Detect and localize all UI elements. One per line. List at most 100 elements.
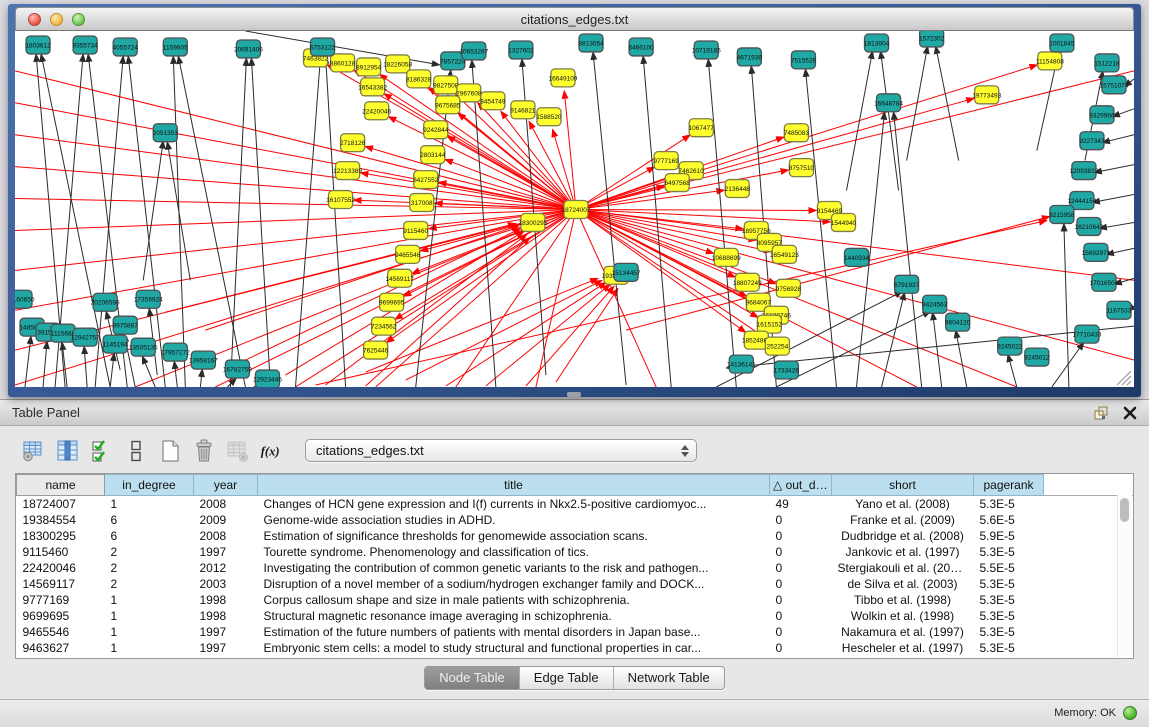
graph-node[interactable]: 9699695 — [379, 293, 405, 311]
table-cell[interactable]: 5.6E-5 — [974, 512, 1044, 528]
table-cell[interactable]: 2 — [105, 560, 194, 576]
graph-edge[interactable] — [846, 51, 872, 191]
graph-node[interactable]: 1588520 — [536, 108, 562, 126]
column-header-in_degree[interactable]: in_degree — [105, 475, 194, 496]
table-cell[interactable]: 0 — [770, 624, 832, 640]
graph-node[interactable]: 6791937 — [894, 275, 920, 293]
table-cell[interactable]: 1997 — [194, 624, 258, 640]
graph-node[interactable]: 12923446 — [253, 370, 282, 387]
graph-node[interactable]: 16107552 — [326, 191, 355, 209]
graph-node[interactable]: 1512218 — [1094, 54, 1120, 72]
table-cell[interactable]: 2012 — [194, 560, 258, 576]
graph-node[interactable]: 17016504 — [1089, 273, 1118, 291]
graph-edge[interactable] — [200, 369, 202, 387]
graph-node[interactable]: 1067477 — [689, 119, 715, 137]
column-header-pagerank[interactable]: pagerank — [974, 475, 1044, 496]
graph-node[interactable]: 13958167 — [189, 351, 218, 369]
graph-edge[interactable] — [365, 146, 576, 209]
graph-node[interactable]: 1813904 — [864, 34, 890, 52]
graph-node[interactable]: 1440934 — [844, 248, 870, 266]
table-cell[interactable]: 0 — [770, 560, 832, 576]
graph-node[interactable]: 16549123 — [770, 245, 799, 263]
table-row[interactable]: 946554611997Estimation of the future num… — [17, 624, 1134, 640]
table-cell[interactable]: 5.3E-5 — [974, 576, 1044, 592]
graph-node[interactable]: 15692971 — [1081, 243, 1110, 261]
graph-node[interactable]: 9827508 — [433, 76, 459, 94]
graph-node[interactable]: 22420046 — [362, 102, 391, 120]
table-row[interactable]: 1872400712008Changes of HCN gene express… — [17, 496, 1134, 513]
table-settings-icon[interactable] — [20, 437, 47, 464]
graph-node[interactable]: 9329966 — [1089, 106, 1115, 124]
table-cell[interactable]: 9699695 — [17, 608, 105, 624]
graph-node[interactable]: 17710433 — [1072, 325, 1101, 343]
graph-edge[interactable] — [486, 284, 610, 386]
graph-edge[interactable] — [251, 58, 270, 387]
graph-node[interactable]: 7515526 — [791, 51, 817, 69]
graph-node[interactable]: 9227343 — [1079, 132, 1105, 150]
table-cell[interactable]: 5.3E-5 — [974, 592, 1044, 608]
graph-edge[interactable] — [526, 286, 614, 386]
table-cell[interactable]: 2003 — [194, 576, 258, 592]
graph-node[interactable]: 20206596 — [91, 293, 120, 311]
graph-node[interactable]: 1615152 — [757, 315, 783, 333]
table-cell[interactable]: Changes of HCN gene expression and I(f) … — [258, 496, 770, 513]
graph-edge[interactable] — [1099, 222, 1134, 228]
table-row[interactable]: 2242004622012Investigating the contribut… — [17, 560, 1134, 576]
table-cell[interactable]: Estimation of the future numbers of pati… — [258, 624, 770, 640]
table-cell[interactable]: 1998 — [194, 592, 258, 608]
table-row[interactable]: 946362711997Embryonic stem cells: a mode… — [17, 640, 1134, 656]
table-cell[interactable]: 0 — [770, 544, 832, 560]
graph-node[interactable]: 9424563 — [922, 295, 948, 313]
table-cell[interactable]: Nakamura et al. (1997) — [832, 624, 974, 640]
graph-node[interactable]: 15751074 — [1100, 76, 1129, 94]
graph-node[interactable]: 9355734 — [72, 36, 98, 54]
graph-node[interactable]: 8860128 — [330, 54, 356, 72]
column-header-name[interactable]: name — [17, 475, 105, 496]
graph-node[interactable]: 317008 — [410, 194, 434, 212]
graph-node[interactable]: 11154808 — [1036, 52, 1064, 70]
graph-node[interactable]: 8427552 — [413, 171, 439, 189]
graph-edge[interactable] — [1112, 109, 1134, 117]
graph-node[interactable]: 9245012 — [1024, 348, 1050, 366]
table-cell[interactable]: Tibbo et al. (1998) — [832, 592, 974, 608]
graph-node[interactable]: 7234562 — [371, 317, 397, 335]
graph-edge[interactable] — [556, 288, 618, 382]
graph-edge[interactable] — [446, 282, 606, 386]
table-cell[interactable]: 1 — [105, 624, 194, 640]
table-cell[interactable]: 0 — [770, 512, 832, 528]
graph-edge[interactable] — [15, 167, 576, 210]
graph-node[interactable]: 1001845 — [1049, 34, 1075, 52]
table-cell[interactable]: 1 — [105, 608, 194, 624]
graph-node[interactable]: 18724007 — [562, 201, 591, 219]
table-cell[interactable]: 49 — [770, 496, 832, 513]
graph-node[interactable]: 2051353 — [153, 124, 179, 142]
graph-edge[interactable] — [956, 330, 967, 387]
graph-edge[interactable] — [576, 135, 690, 210]
panel-splitter[interactable] — [567, 392, 581, 397]
graph-node[interactable]: 4055724 — [113, 38, 139, 56]
table-cell[interactable]: 19384554 — [17, 512, 105, 528]
table-cell[interactable]: Jankovic et al. (1997) — [832, 544, 974, 560]
table-cell[interactable]: Dudbridge et al. (2008) — [832, 528, 974, 544]
graph-node[interactable]: 1733426 — [774, 361, 800, 379]
graph-edge[interactable] — [296, 209, 577, 387]
table-cell[interactable]: 14569117 — [17, 576, 105, 592]
table-cell[interactable]: 0 — [770, 528, 832, 544]
graph-node[interactable]: 16782759 — [223, 360, 252, 378]
graph-edge[interactable] — [326, 234, 527, 385]
resize-grip-icon[interactable] — [1117, 371, 1131, 385]
graph-edge[interactable] — [84, 346, 87, 387]
table-cell[interactable]: 1998 — [194, 608, 258, 624]
graph-edge[interactable] — [143, 141, 163, 281]
table-cell[interactable]: 18300295 — [17, 528, 105, 544]
table-cell[interactable]: 18724007 — [17, 496, 105, 513]
graph-edge[interactable] — [882, 292, 905, 387]
graph-node[interactable]: 1803612 — [25, 36, 51, 54]
table-cell[interactable]: 6 — [105, 512, 194, 528]
table-cell[interactable]: 1997 — [194, 544, 258, 560]
table-cell[interactable]: 5.3E-5 — [974, 496, 1044, 513]
float-window-icon[interactable] — [1093, 405, 1109, 421]
column-header-short[interactable]: short — [832, 475, 974, 496]
graph-node[interactable]: 1572302 — [919, 31, 945, 47]
column-header-blank[interactable] — [1044, 475, 1134, 496]
